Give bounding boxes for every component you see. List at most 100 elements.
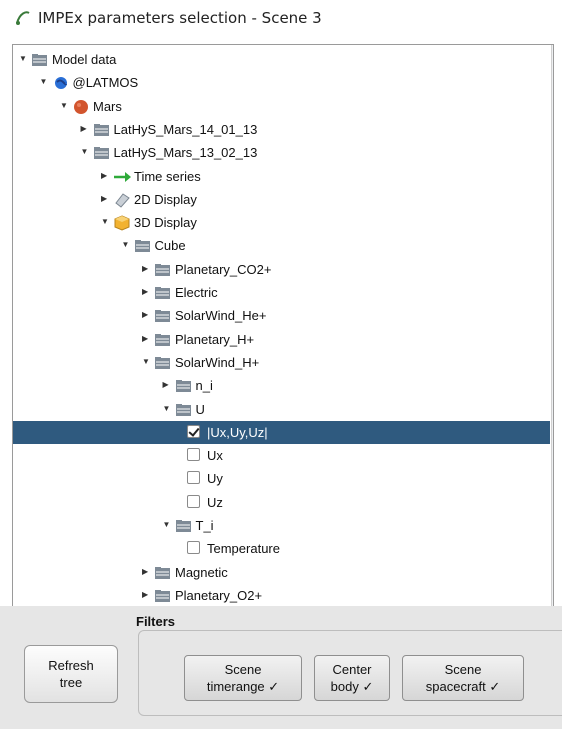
tree-node-label: Temperature [207, 541, 280, 557]
tree-leaf-row[interactable]: Ux [13, 444, 550, 467]
tree-node-row[interactable]: ▶ Planetary_O2+ [13, 584, 550, 606]
scene-spacecraft-filter-button[interactable]: Scene spacecraft ✓ [402, 655, 524, 701]
tree-node-label: Uy [207, 471, 223, 487]
tree-node-label: LatHyS_Mars_13_02_13 [113, 145, 258, 161]
tree-node-row[interactable]: ▶ LatHyS_Mars_14_01_13 [13, 118, 550, 141]
folder-icon [154, 261, 172, 279]
tree-node-label: Planetary_H+ [175, 331, 255, 347]
folder-open-icon [93, 144, 111, 162]
window-title: IMPEx parameters selection - Scene 3 [38, 9, 322, 27]
tree-node-label: Magnetic [175, 564, 228, 580]
collapsed-triangle-icon[interactable]: ▶ [142, 287, 150, 297]
tree-node-row[interactable]: ▼ 3D Display [13, 211, 550, 234]
tree-leaf-row[interactable]: Temperature [13, 537, 550, 560]
folder-open-icon [175, 517, 193, 535]
tree-node-row[interactable]: ▶ n_i [13, 374, 550, 397]
parameter-checkbox[interactable] [187, 494, 200, 508]
tree-node-label: Cube [154, 238, 186, 254]
tree-node-row[interactable]: ▶ Planetary_CO2+ [13, 258, 550, 281]
expanded-triangle-icon[interactable]: ▼ [163, 404, 171, 414]
tree-node-label: 3D Display [134, 215, 197, 231]
parameter-checkbox[interactable] [187, 448, 200, 462]
scene-timerange-filter-button[interactable]: Scene timerange ✓ [184, 655, 302, 701]
earth-icon [52, 74, 70, 92]
tree-node-row[interactable]: ▼ @LATMOS [13, 71, 550, 94]
vertical-scrollbar[interactable]: ▲ ▼ [551, 45, 553, 606]
tree-node-label: Mars [93, 98, 122, 114]
tree-node-label: Time series [134, 168, 201, 184]
expanded-triangle-icon[interactable]: ▼ [19, 54, 27, 64]
tree-node-row[interactable]: ▶ Electric [13, 281, 550, 304]
collapsed-triangle-icon[interactable]: ▶ [142, 590, 150, 600]
cube-icon [113, 214, 131, 232]
collapsed-triangle-icon[interactable]: ▶ [142, 567, 150, 577]
parameter-checkbox[interactable] [187, 471, 200, 485]
parameter-checkbox[interactable] [187, 541, 200, 555]
tree-node-label: U [195, 401, 205, 417]
filters-group: Scene timerange ✓ Center body ✓ Scene sp… [138, 630, 562, 716]
arrow-right-icon [113, 168, 131, 186]
folder-open-icon [134, 237, 152, 255]
folder-icon [154, 307, 172, 325]
scroll-down-arrow-icon[interactable]: ▼ [552, 592, 553, 606]
tree-node-row[interactable]: ▼ Cube [13, 234, 550, 257]
tree-node-label: SolarWind_He+ [175, 308, 267, 324]
tree-leaf-row[interactable]: Uy [13, 467, 550, 490]
collapsed-triangle-icon[interactable]: ▶ [101, 194, 109, 204]
tree-node-row[interactable]: ▶ Planetary_H+ [13, 328, 550, 351]
expanded-triangle-icon[interactable]: ▼ [142, 357, 150, 367]
folder-open-icon [175, 401, 193, 419]
tree-node-row[interactable]: ▶ SolarWind_He+ [13, 304, 550, 327]
tree-leaf-row[interactable]: Uz [13, 491, 550, 514]
tree-node-label: @LATMOS [72, 75, 139, 91]
bottom-panel: Filters Refresh tree Scene timerange ✓ C… [0, 606, 562, 729]
tree-node-label: Model data [52, 52, 117, 67]
tree-node-row[interactable]: ▶ Time series [13, 165, 550, 188]
tree-node-label: Planetary_CO2+ [175, 261, 272, 277]
folder-icon [154, 564, 172, 582]
tree-leaf-row[interactable]: |Ux,Uy,Uz| [13, 420, 550, 444]
expanded-triangle-icon[interactable]: ▼ [122, 240, 130, 250]
center-body-filter-button[interactable]: Center body ✓ [314, 655, 390, 701]
folder-icon [154, 284, 172, 302]
expanded-triangle-icon[interactable]: ▼ [40, 77, 48, 87]
mars-planet-icon [72, 98, 90, 116]
parameter-checkbox[interactable] [187, 424, 200, 438]
collapsed-triangle-icon[interactable]: ▶ [142, 264, 150, 274]
tree-node-row[interactable]: ▼ SolarWind_H+ [13, 351, 550, 374]
title-bar: IMPEx parameters selection - Scene 3 [0, 0, 562, 36]
collapsed-triangle-icon[interactable]: ▶ [142, 310, 150, 320]
app-icon [16, 11, 30, 25]
expanded-triangle-icon[interactable]: ▼ [60, 101, 68, 111]
parameter-tree[interactable]: ▼ Model data ▼ @LATMOS ▼ Mars ▶ LatHyS_Mars_14_… [12, 44, 554, 607]
tree-node-row[interactable]: ▼ U [13, 398, 550, 421]
collapsed-triangle-icon[interactable]: ▶ [163, 380, 171, 390]
tree-node-label: LatHyS_Mars_14_01_13 [113, 121, 258, 137]
expanded-triangle-icon[interactable]: ▼ [101, 217, 109, 227]
tree-node-row[interactable]: ▶ Magnetic [13, 561, 550, 584]
filters-label: Filters [136, 614, 176, 629]
tree-node-row[interactable]: ▶ 2D Display [13, 188, 550, 211]
folder-icon [154, 331, 172, 349]
folder-open-icon [154, 354, 172, 372]
folder-open-icon [31, 51, 49, 69]
tree-node-label: Electric [175, 285, 218, 300]
tree-node-label: n_i [195, 378, 213, 394]
folder-icon [93, 121, 111, 139]
tree-node-label: Uz [207, 494, 223, 510]
tree-node-row[interactable]: ▼ Model data [13, 48, 550, 71]
tree-node-row[interactable]: ▼ T_i [13, 514, 550, 537]
expanded-triangle-icon[interactable]: ▼ [81, 147, 89, 157]
expanded-triangle-icon[interactable]: ▼ [163, 520, 171, 530]
plane-icon [113, 191, 131, 209]
tree-node-row[interactable]: ▼ LatHyS_Mars_13_02_13 [13, 141, 550, 164]
collapsed-triangle-icon[interactable]: ▶ [81, 124, 89, 134]
tree-node-label: Planetary_O2+ [175, 587, 263, 603]
tree-node-label: Ux [207, 448, 223, 464]
scroll-up-arrow-icon[interactable]: ▲ [552, 45, 553, 59]
refresh-tree-button[interactable]: Refresh tree [24, 645, 118, 703]
collapsed-triangle-icon[interactable]: ▶ [101, 171, 109, 181]
collapsed-triangle-icon[interactable]: ▶ [142, 334, 150, 344]
tree-node-label: SolarWind_H+ [175, 354, 260, 370]
tree-node-row[interactable]: ▼ Mars [13, 95, 550, 118]
